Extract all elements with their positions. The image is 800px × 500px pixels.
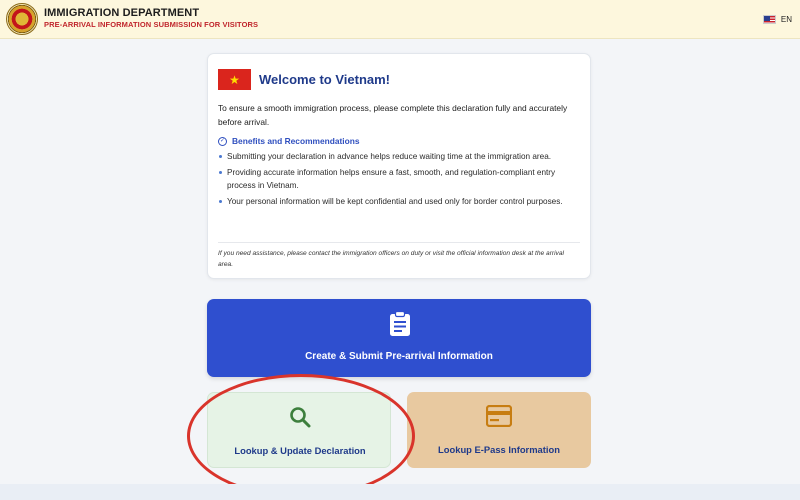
create-submit-label: Create & Submit Pre-arrival Information <box>305 351 493 362</box>
benefits-heading: ✓ Benefits and Recommendations <box>218 136 360 146</box>
list-item: Submitting your declaration in advance h… <box>218 150 578 164</box>
create-submit-button[interactable]: Create & Submit Pre-arrival Information <box>207 299 591 377</box>
list-item: Providing accurate information helps ens… <box>218 166 578 193</box>
header-title: IMMIGRATION DEPARTMENT <box>44 7 200 19</box>
us-flag-icon <box>762 14 776 24</box>
benefits-title: Benefits and Recommendations <box>232 136 360 146</box>
vietnam-flag-icon: ★ <box>218 69 251 90</box>
welcome-card: ★ Welcome to Vietnam! To ensure a smooth… <box>207 53 591 279</box>
search-icon <box>290 407 311 428</box>
benefits-list: Submitting your declaration in advance h… <box>218 150 578 210</box>
immigration-emblem-logo <box>6 3 38 35</box>
list-item: Your personal information will be kept c… <box>218 195 578 209</box>
check-circle-icon: ✓ <box>218 136 227 146</box>
footer-band <box>0 484 800 500</box>
divider <box>218 242 580 243</box>
lookup-epass-button[interactable]: Lookup E-Pass Information <box>407 392 591 468</box>
assistance-note: If you need assistance, please contact t… <box>218 250 564 268</box>
credit-card-icon <box>486 405 512 427</box>
lookup-update-label: Lookup & Update Declaration <box>234 445 366 456</box>
app-header: IMMIGRATION DEPARTMENT PRE-ARRIVAL INFOR… <box>0 0 800 39</box>
language-selector[interactable]: EN <box>762 12 792 26</box>
lookup-epass-label: Lookup E-Pass Information <box>438 444 560 455</box>
welcome-title: Welcome to Vietnam! <box>259 72 390 87</box>
lookup-update-button[interactable]: Lookup & Update Declaration <box>207 392 391 468</box>
language-label: EN <box>780 14 792 24</box>
header-subtitle: PRE-ARRIVAL INFORMATION SUBMISSION FOR V… <box>44 20 259 29</box>
clipboard-icon <box>390 311 410 336</box>
intro-text: To ensure a smooth immigration process, … <box>218 103 568 127</box>
